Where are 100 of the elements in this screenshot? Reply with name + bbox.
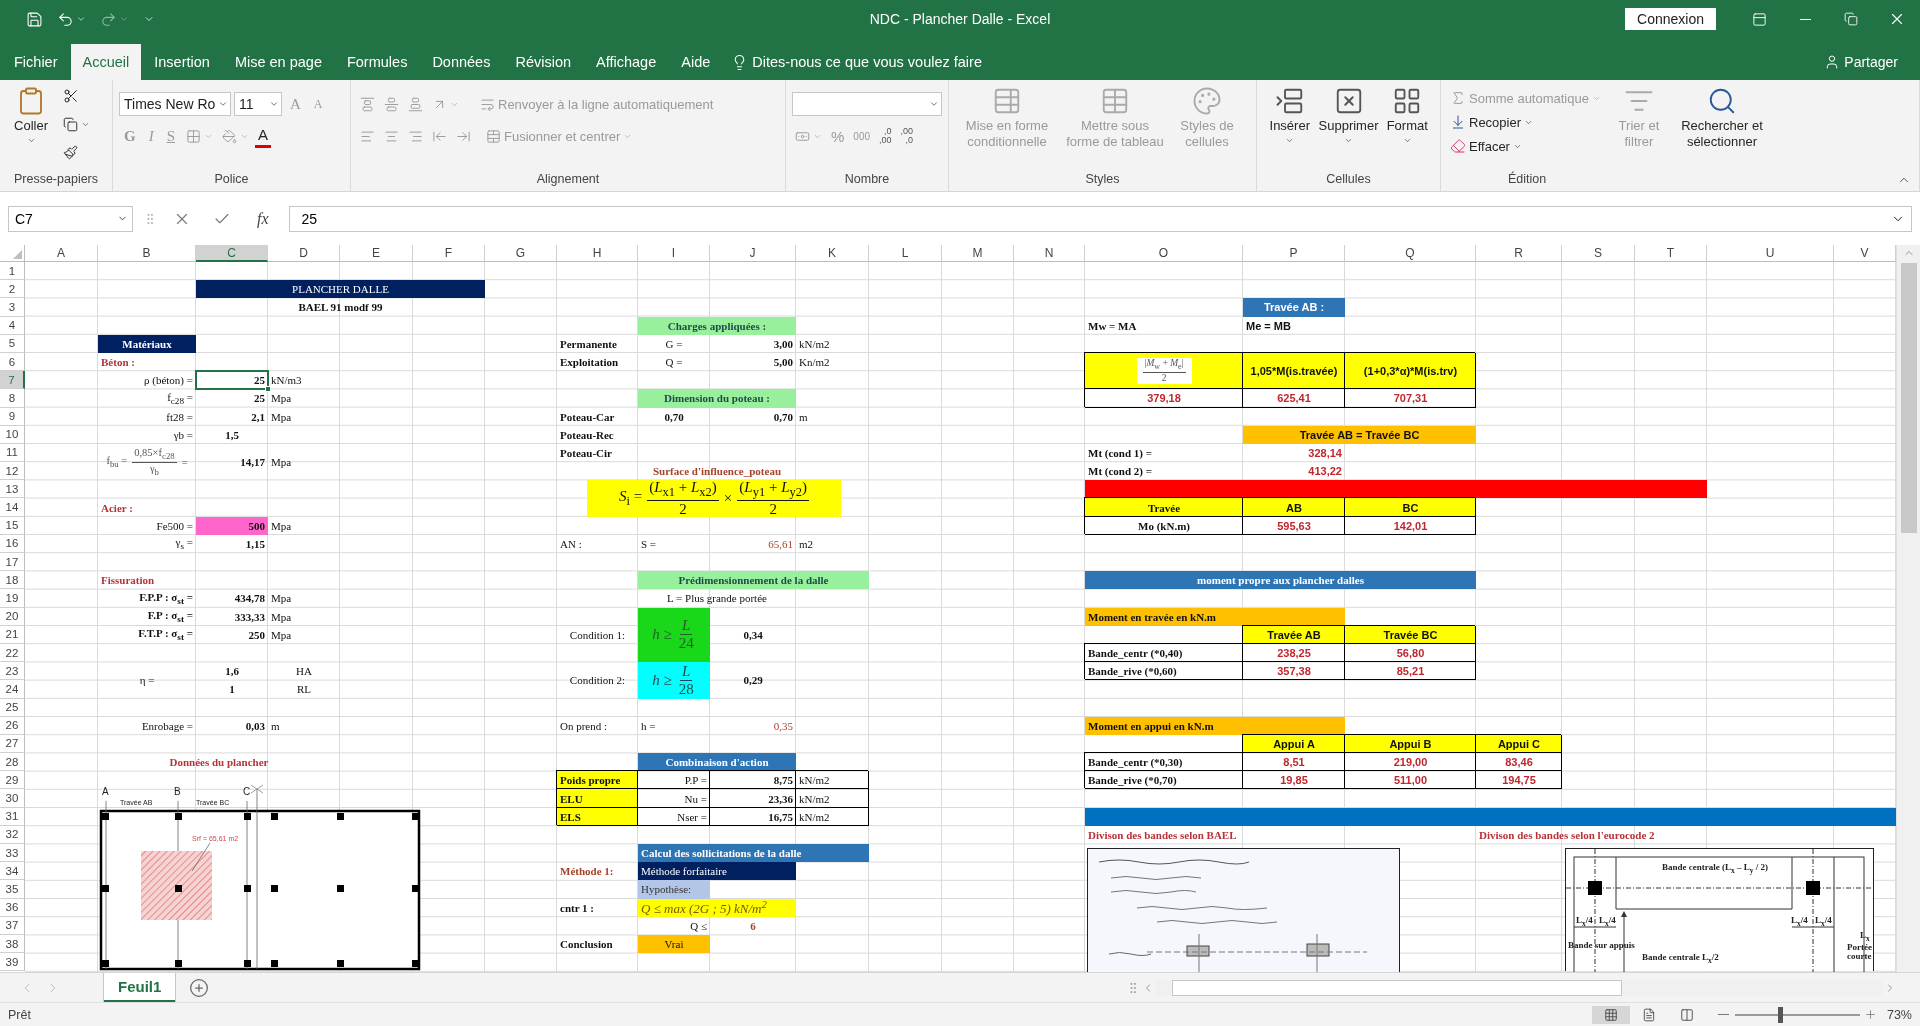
column-header[interactable]: C [196,245,268,262]
menu-tab[interactable]: Mise en page [222,44,334,80]
column-header[interactable]: U [1707,245,1834,262]
name-box[interactable]: C7 [8,205,133,232]
diagram-label: L$_{x}$/4 [1599,916,1616,928]
table-cell: moment propre aux plancher dalles [1085,571,1476,590]
scrollbar-thumb[interactable] [1172,979,1622,996]
column-header[interactable]: L [869,245,942,262]
menu-tab[interactable]: Insertion [142,44,222,80]
increase-decimal-button[interactable]: ,0 ,00 [876,125,895,147]
undo-icon [57,10,74,28]
column-header[interactable]: F [413,245,485,262]
sign-in-button[interactable]: Connexion [1625,8,1716,30]
editing-button[interactable]: Recopier [1447,110,1604,134]
menu-tab[interactable]: Fichier [2,44,70,80]
row-header[interactable]: 39 [0,953,25,972]
column-header[interactable]: R [1476,245,1562,262]
menu-tab[interactable]: Révision [503,44,584,80]
column-header[interactable]: H [557,245,638,262]
row-header[interactable]: 35 [0,880,25,899]
column-header[interactable]: B [98,245,196,262]
add-sheet-button[interactable] [189,977,210,998]
table-cell: 238,25 [1243,643,1345,663]
caret-icon [269,99,279,109]
column-header[interactable]: G [485,245,557,262]
plus-circle-icon [189,977,210,998]
redo-button[interactable] [100,10,129,28]
column-header[interactable]: S [1562,245,1635,262]
menu-tab[interactable]: Aide [669,44,723,80]
cells-button[interactable]: Insérer [1263,84,1317,169]
editing-button[interactable]: Effacer [1447,134,1604,158]
column-header[interactable]: N [1014,245,1085,262]
column-header[interactable]: M [942,245,1014,262]
column-header[interactable]: P [1243,245,1345,262]
normal-view-button[interactable] [1591,1005,1630,1024]
grid-icon [186,128,201,144]
row-header[interactable]: 28 [0,753,25,772]
menu-tab[interactable]: Données [420,44,503,80]
tell-me-search[interactable]: Dites-nous ce que vous voulez faire [723,44,990,80]
font-name-field[interactable]: Times New Ro [119,92,231,116]
select-all-corner[interactable] [0,245,25,262]
font-size-field[interactable]: 11 [234,92,282,116]
column-header[interactable]: T [1635,245,1707,262]
table-cell-text: 0,34 [742,627,764,643]
column-header[interactable]: J [710,245,796,262]
row-header[interactable]: 13 [0,480,25,499]
column-header[interactable]: O [1085,245,1243,262]
save-button[interactable] [26,10,43,28]
cells-button[interactable]: Supprimer [1320,84,1377,169]
row-header[interactable]: 7 [0,371,25,390]
row-header[interactable]: 34 [0,862,25,881]
table-cell-text: 1,15 [244,536,266,552]
column-header[interactable]: V [1834,245,1896,262]
decrease-decimal-button[interactable]: ,00 ,0 [897,125,917,147]
row-header[interactable]: 18 [0,571,25,590]
table-cell: Dimension du poteau : [638,389,796,408]
column-header[interactable]: K [796,245,869,262]
sheet-tab[interactable]: Feuil1 [104,972,176,1003]
share-button[interactable]: Partager [1816,44,1920,80]
editing-button[interactable]: Rechercher et sélectionner [1673,84,1770,169]
wrap-text-icon [480,96,495,112]
column-header[interactable]: E [340,245,413,262]
row-header[interactable]: 14 [0,498,25,517]
row-header[interactable]: 2 [0,280,25,299]
column-header[interactable]: A [25,245,98,262]
table-cell: AB [1243,498,1345,517]
row-header[interactable]: 12 [0,462,25,481]
table-cell: kN/m2 [796,771,869,790]
zoom-thumb[interactable] [1777,1006,1783,1023]
formula-input[interactable]: 25 [288,205,1912,232]
menu-tab[interactable]: Formules [334,44,420,80]
row-header[interactable]: 8 [0,389,25,408]
insert-function-button[interactable]: fx [247,209,279,228]
row-header[interactable]: 3 [0,298,25,317]
table-cell-text: RL [295,682,313,698]
font-color-button[interactable]: A [255,124,272,148]
paste-button[interactable]: Coller [6,84,56,169]
row-header[interactable]: 17 [0,553,25,572]
cells-button[interactable]: Format [1380,84,1434,169]
row-header[interactable]: 23 [0,662,25,681]
undo-button[interactable] [57,10,86,28]
column-header[interactable]: I [638,245,710,262]
row-header[interactable]: 19 [0,589,25,608]
table-cell-text: Mpa [270,609,293,625]
table-cell: Prédimensionnement de la dalle [638,571,869,590]
menu-tab[interactable]: Affichage [584,44,669,80]
table-cell-text: BAEL 91 modf 99 [297,300,384,316]
row-header[interactable]: 24 [0,680,25,699]
row-header[interactable]: 1 [0,262,25,281]
scrollbar-thumb[interactable] [1900,263,1917,533]
number-format-field[interactable] [792,92,942,116]
table-icon [1100,86,1130,116]
row-header[interactable]: 29 [0,771,25,790]
row-header[interactable]: 33 [0,844,25,863]
column-header[interactable]: Q [1345,245,1476,262]
column-header[interactable]: D [268,245,340,262]
menu-tab[interactable]: Accueil [70,44,142,80]
row-header[interactable]: 30 [0,789,25,808]
table-cell: 511,00 [1345,771,1476,790]
table-cell-text: Fissuration [100,573,156,589]
